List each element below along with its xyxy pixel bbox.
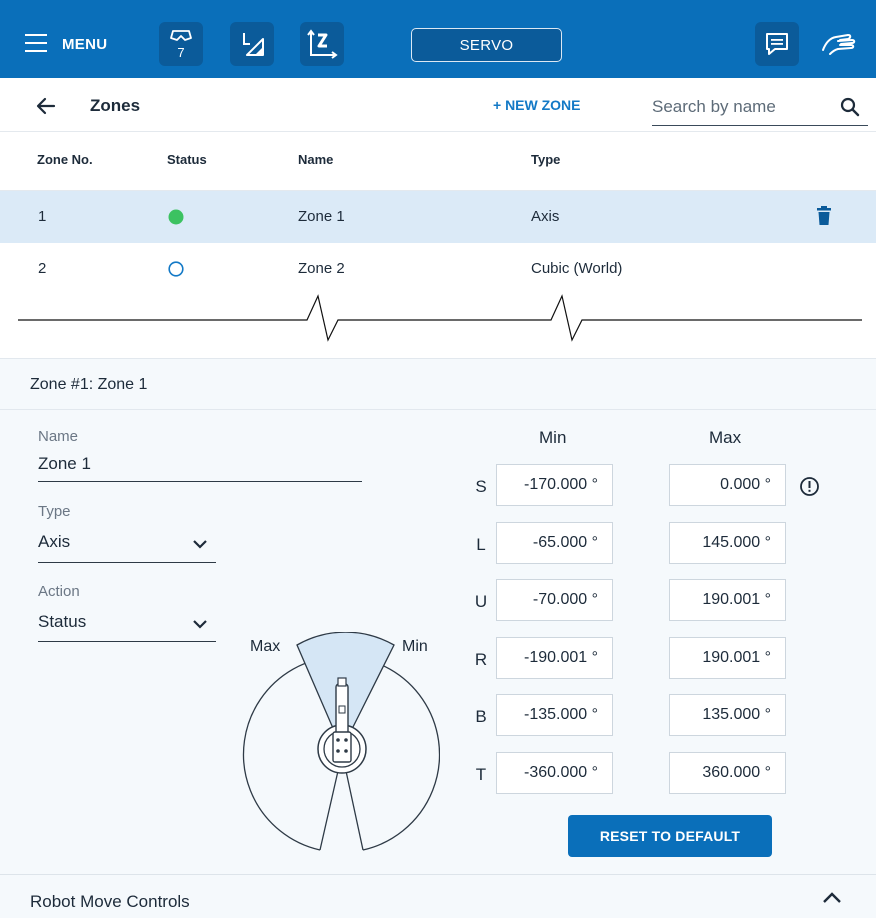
min-column-header: Min	[539, 428, 567, 447]
joint-l-max-input[interactable]: 145.000 °	[669, 522, 786, 564]
joint-b-min-input[interactable]: -135.000 °	[496, 694, 613, 736]
chevron-up-icon[interactable]	[822, 891, 842, 905]
zone-name: Zone 2	[298, 260, 345, 277]
page-header: Zones + NEW ZONE	[0, 78, 876, 132]
tool-badge: 7	[177, 45, 184, 60]
column-header-type: Type	[531, 152, 561, 167]
top-bar: MENU 7 SERVO	[0, 0, 876, 78]
action-select-value: Status	[38, 612, 87, 631]
tool-icon: 7	[170, 30, 192, 60]
diagram-max-label: Max	[250, 638, 281, 655]
search-icon[interactable]	[840, 97, 860, 117]
menu-label: MENU	[62, 36, 108, 53]
search-field[interactable]	[652, 90, 868, 126]
joint-s-max-input[interactable]: 0.000 °	[669, 464, 786, 506]
joint-u-max-input[interactable]: 190.001 °	[669, 579, 786, 621]
name-underline	[38, 481, 362, 482]
column-header-status: Status	[167, 152, 207, 167]
frame-button[interactable]	[230, 22, 274, 66]
chevron-down-icon	[193, 540, 207, 549]
joint-r-min-input[interactable]: -190.001 °	[496, 637, 613, 679]
joint-u-min-input[interactable]: -70.000 °	[496, 579, 613, 621]
type-select[interactable]: Axis	[38, 528, 216, 562]
name-label: Name	[38, 428, 79, 445]
hand-icon	[822, 34, 856, 55]
type-label: Type	[38, 503, 71, 520]
joint-label-b: B	[475, 707, 487, 726]
table-row[interactable]: 1 Zone 1 Axis	[0, 191, 876, 243]
zone-type: Cubic (World)	[531, 260, 623, 277]
joint-l-min-input[interactable]: -65.000 °	[496, 522, 613, 564]
joint-b-max-input[interactable]: 135.000 °	[669, 694, 786, 736]
zone-number: 1	[38, 208, 47, 225]
column-header-name: Name	[298, 152, 334, 167]
zone-type: Axis	[531, 208, 560, 225]
type-underline	[38, 562, 216, 563]
table-break-divider	[18, 294, 862, 342]
frame-icon	[243, 33, 264, 56]
tool-button[interactable]: 7	[159, 22, 203, 66]
joint-label-s: S	[475, 477, 487, 496]
page-title: Zones	[90, 96, 141, 115]
column-header-zone-no: Zone No.	[37, 152, 93, 167]
name-input[interactable]: Zone 1	[38, 454, 91, 474]
chevron-down-icon	[193, 620, 207, 629]
status-inactive-icon	[168, 261, 184, 277]
action-select[interactable]: Status	[38, 608, 216, 642]
joint-label-l: L	[476, 535, 486, 554]
robot-move-controls-label: Robot Move Controls	[30, 892, 190, 911]
new-zone-button[interactable]: + NEW ZONE	[493, 97, 581, 113]
joint-s-min-input[interactable]: -170.000 °	[496, 464, 613, 506]
trash-icon[interactable]	[816, 206, 832, 226]
warning-icon[interactable]	[799, 476, 820, 497]
joint-r-max-input[interactable]: 190.001 °	[669, 637, 786, 679]
type-select-value: Axis	[38, 532, 71, 551]
coordinate-button[interactable]	[300, 22, 344, 66]
joint-t-max-input[interactable]: 360.000 °	[669, 752, 786, 794]
zones-table: Zone No. Status Name Type 1 Zone 1 Axis …	[0, 132, 876, 358]
table-row[interactable]: 2 Zone 2 Cubic (World)	[0, 243, 876, 295]
joint-t-min-input[interactable]: -360.000 °	[496, 752, 613, 794]
coordinate-icon	[307, 29, 338, 59]
zone-number: 2	[38, 260, 47, 277]
joint-label-u: U	[474, 592, 488, 611]
zone-detail-title: Zone #1: Zone 1	[30, 376, 148, 393]
status-active-icon	[168, 209, 184, 225]
action-label: Action	[38, 583, 80, 600]
robot-move-controls-bar[interactable]: Robot Move Controls	[0, 874, 876, 918]
zone-name: Zone 1	[298, 208, 345, 225]
search-input[interactable]	[652, 90, 822, 124]
hand-button[interactable]	[818, 24, 862, 64]
reset-to-default-button[interactable]: RESET TO DEFAULT	[568, 815, 772, 857]
menu-icon	[25, 34, 47, 52]
servo-button[interactable]: SERVO	[411, 28, 562, 62]
robot-top-view-diagram	[242, 632, 440, 851]
back-arrow-icon[interactable]	[36, 96, 56, 116]
table-header-row: Zone No. Status Name Type	[0, 132, 876, 191]
messages-button[interactable]	[755, 22, 799, 66]
action-underline	[38, 641, 216, 642]
max-column-header: Max	[709, 428, 742, 447]
chat-icon	[766, 33, 788, 55]
joint-label-r: R	[474, 650, 488, 669]
zone-range-diagram: Max Min	[240, 632, 440, 862]
diagram-min-label: Min	[402, 638, 428, 655]
zone-detail-header: Zone #1: Zone 1	[0, 358, 876, 410]
joint-label-t: T	[475, 765, 487, 784]
